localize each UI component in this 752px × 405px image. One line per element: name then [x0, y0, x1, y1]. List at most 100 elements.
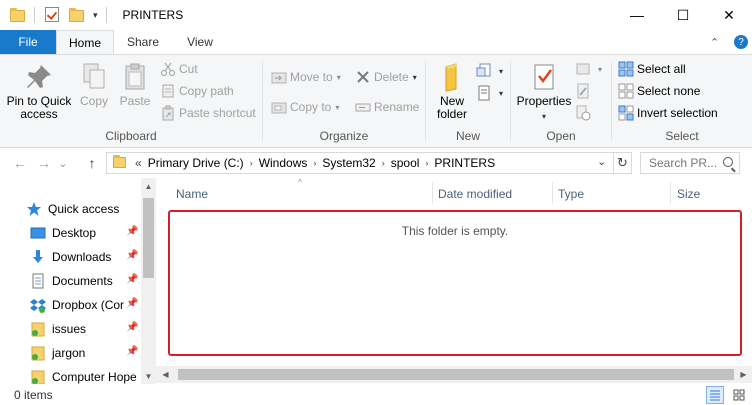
- column-divider[interactable]: [432, 182, 433, 204]
- item-count: 0 items: [14, 387, 53, 402]
- copy-path-label: Copy path: [179, 84, 234, 98]
- copy-to-label: Copy to: [290, 100, 332, 114]
- breadcrumb-separator[interactable]: ›: [382, 158, 385, 168]
- column-header-date-modified[interactable]: Date modified: [438, 184, 512, 204]
- paste-shortcut-label: Paste shortcut: [179, 106, 256, 120]
- search-input[interactable]: Search PR...: [640, 152, 740, 174]
- column-header-size[interactable]: Size: [677, 184, 700, 204]
- select-all-button[interactable]: Select all: [618, 59, 686, 79]
- copy-to-button[interactable]: Copy to ▾: [271, 97, 339, 117]
- cut-button[interactable]: Cut: [160, 59, 198, 79]
- delete-button[interactable]: Delete ▾: [355, 67, 417, 87]
- edit-icon: [575, 83, 591, 99]
- breadcrumb-spool[interactable]: spool: [391, 156, 420, 170]
- history-button[interactable]: [575, 103, 594, 123]
- nav-item-documents[interactable]: Documents: [30, 270, 140, 292]
- column-divider[interactable]: [670, 182, 671, 204]
- open-button[interactable]: ▾: [575, 59, 602, 79]
- new-item-button[interactable]: ▾: [476, 61, 503, 81]
- nav-item-dropbox[interactable]: Dropbox (Cor: [30, 294, 140, 316]
- customize-quick-access-button[interactable]: ▾: [93, 10, 98, 21]
- help-button[interactable]: ?: [734, 35, 748, 49]
- back-button[interactable]: ←: [10, 154, 30, 172]
- new-item-icon: [476, 63, 492, 79]
- breadcrumb-system32[interactable]: System32: [322, 156, 375, 170]
- search-icon: [723, 157, 733, 167]
- breadcrumb-separator[interactable]: ›: [313, 158, 316, 168]
- up-button[interactable]: ↑: [82, 154, 102, 172]
- new-folder-quick-icon[interactable]: [69, 7, 85, 23]
- move-to-dropdown-icon: ▾: [336, 72, 341, 82]
- ribbon-tabs: File Home Share View ⌃ ?: [0, 30, 752, 54]
- scroll-right-button[interactable]: ▶: [736, 366, 751, 383]
- nav-item-issues[interactable]: issues: [30, 318, 140, 340]
- collapse-ribbon-button[interactable]: ⌃: [710, 30, 719, 54]
- new-folder-button[interactable]: New folder: [432, 61, 472, 121]
- nav-item-jargon[interactable]: jargon: [30, 342, 140, 364]
- nav-item-desktop[interactable]: Desktop: [30, 222, 140, 244]
- tab-share[interactable]: Share: [114, 30, 172, 54]
- copy-path-button[interactable]: Copy path: [160, 81, 234, 101]
- pin-to-quick-access-button[interactable]: Pin to Quick access: [4, 61, 74, 121]
- select-all-label: Select all: [637, 62, 686, 76]
- close-button[interactable]: ✕: [706, 0, 752, 30]
- breadcrumb-separator[interactable]: ›: [250, 158, 253, 168]
- column-header-type[interactable]: Type: [558, 184, 584, 204]
- nav-pane-scrollbar[interactable]: ▲ ▼: [141, 178, 156, 384]
- clipboard-group-label: Clipboard: [105, 129, 157, 143]
- paste-shortcut-button[interactable]: Paste shortcut: [160, 103, 256, 123]
- invert-selection-label: Invert selection: [637, 106, 718, 120]
- copy-button[interactable]: Copy: [74, 61, 114, 108]
- rename-button[interactable]: Rename: [355, 97, 419, 117]
- details-view-icon: [710, 390, 720, 401]
- copy-path-icon: [160, 83, 176, 99]
- large-icons-view-button[interactable]: [730, 386, 748, 404]
- paste-button[interactable]: Paste: [114, 61, 156, 108]
- address-bar[interactable]: « Primary Drive (C:) › Windows › System3…: [106, 152, 632, 174]
- maximize-button[interactable]: ☐: [660, 0, 706, 30]
- horizontal-scroll-thumb[interactable]: [178, 369, 734, 380]
- select-group: Select all Select none Invert selection …: [612, 55, 752, 147]
- recent-locations-button[interactable]: ⌄: [56, 154, 70, 172]
- column-divider[interactable]: [552, 182, 553, 204]
- invert-selection-button[interactable]: Invert selection: [618, 103, 718, 123]
- history-icon: [575, 105, 591, 121]
- column-header-name[interactable]: Name: [176, 184, 208, 204]
- nav-item-computer-hope[interactable]: Computer Hope: [30, 366, 140, 384]
- properties-button[interactable]: Properties ▾: [513, 61, 575, 123]
- address-dropdown-button[interactable]: ⌄: [597, 155, 606, 168]
- select-none-label: Select none: [637, 84, 701, 98]
- empty-folder-highlight: This folder is empty.: [168, 210, 742, 356]
- breadcrumb-windows[interactable]: Windows: [259, 156, 308, 170]
- refresh-button[interactable]: ↻: [613, 153, 631, 173]
- star-icon: [26, 201, 42, 217]
- forward-button[interactable]: →: [34, 154, 54, 172]
- scroll-up-button[interactable]: ▲: [141, 178, 156, 194]
- open-dropdown-icon: ▾: [598, 64, 603, 74]
- properties-quick-icon[interactable]: [45, 7, 61, 23]
- select-none-button[interactable]: Select none: [618, 81, 700, 101]
- breadcrumb-separator[interactable]: ›: [425, 158, 428, 168]
- edit-button[interactable]: [575, 81, 594, 101]
- new-folder-icon: [436, 61, 468, 93]
- tab-file[interactable]: File: [0, 30, 56, 54]
- nav-item-downloads[interactable]: Downloads: [30, 246, 140, 268]
- details-view-button[interactable]: [706, 386, 724, 404]
- tab-view[interactable]: View: [172, 30, 228, 54]
- nav-pane-scroll-thumb[interactable]: [143, 198, 154, 278]
- breadcrumb-printers[interactable]: PRINTERS: [434, 156, 495, 170]
- minimize-button[interactable]: —: [614, 0, 660, 30]
- select-all-icon: [618, 61, 634, 77]
- copy-to-icon: [271, 99, 287, 115]
- nav-item-quick-access[interactable]: Quick access: [26, 198, 136, 220]
- tab-home[interactable]: Home: [56, 30, 114, 54]
- file-list[interactable]: ^ Name Date modified Type Size This fold…: [156, 178, 752, 384]
- window-folder-icon: [10, 7, 26, 23]
- move-to-button[interactable]: Move to ▾: [271, 67, 341, 87]
- breadcrumb-overflow-button[interactable]: «: [135, 156, 142, 170]
- easy-access-button[interactable]: ▾: [476, 83, 503, 103]
- scroll-down-button[interactable]: ▼: [141, 368, 156, 384]
- breadcrumb-primary-drive[interactable]: Primary Drive (C:): [148, 156, 244, 170]
- file-list-horizontal-scrollbar[interactable]: ◀ ▶: [156, 366, 752, 383]
- scroll-left-button[interactable]: ◀: [158, 366, 173, 383]
